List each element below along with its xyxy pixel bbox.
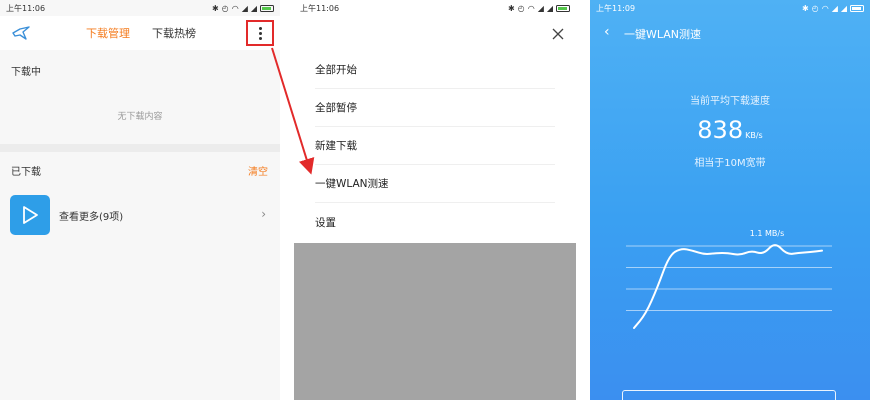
bird-logo-icon[interactable] (12, 26, 30, 40)
menu-item-new-download[interactable]: 新建下载 (315, 127, 555, 165)
menu-item-label: 全部开始 (315, 64, 357, 76)
speed-readout: 838 KB/s (590, 116, 870, 144)
menu-item-label: 新建下载 (315, 140, 357, 152)
app-bar: 下载管理 下载热榜 (0, 16, 280, 50)
bandwidth-equivalent: 相当于10M宽带 (694, 158, 766, 169)
status-icons: ✱ ◴ ◠ ◢ ◢ (802, 4, 864, 13)
speed-series-line (633, 244, 823, 329)
signal-icon: ◢ (537, 3, 544, 13)
downloaded-title: 已下载 (11, 167, 41, 178)
battery-icon (850, 4, 864, 12)
download-manager-screen: 上午11:06 ✱ ◴ ◠ ◢ ◢ 下载管理 下载热榜 下载中 无下载内容 已下… (0, 0, 280, 400)
page-title: 一键WLAN测速 (624, 28, 702, 41)
close-icon[interactable] (550, 26, 566, 42)
menu-item-pause-all[interactable]: 全部暂停 (315, 89, 555, 127)
more-menu-button[interactable] (246, 20, 274, 46)
section-divider (0, 144, 280, 152)
retest-button[interactable] (622, 390, 836, 400)
signal-icon: ◢ (241, 3, 248, 13)
alarm-icon: ◴ (517, 3, 525, 13)
chevron-right-icon: › (261, 207, 266, 221)
more-dot-icon (258, 31, 262, 35)
menu-item-wlan-speedtest[interactable]: 一键WLAN测速 (315, 165, 555, 203)
downloaded-section: 已下载 清空 查看更多(9项) › (0, 152, 280, 400)
battery-icon (260, 4, 274, 12)
bluetooth-icon: ✱ (508, 3, 515, 13)
tab-download-manager[interactable]: 下载管理 (86, 25, 130, 41)
downloading-title: 下载中 (11, 67, 41, 78)
view-more-label: 查看更多(9项) (59, 212, 124, 223)
status-time: 上午11:09 (596, 3, 636, 13)
clear-button[interactable]: 清空 (248, 163, 268, 178)
status-bar: 上午11:06 ✱ ◴ ◠ ◢ ◢ (294, 0, 576, 16)
alarm-icon: ◴ (811, 3, 819, 13)
speedtest-screen: 上午11:09 ✱ ◴ ◠ ◢ ◢ ‹ 一键WLAN测速 当前平均下载速度 83… (590, 0, 870, 400)
back-arrow-icon[interactable]: ‹ (604, 24, 610, 40)
speed-label: 当前平均下载速度 (690, 96, 770, 107)
bluetooth-icon: ✱ (802, 3, 809, 13)
menu-item-start-all[interactable]: 全部开始 (315, 51, 555, 89)
alarm-icon: ◴ (221, 3, 229, 13)
speedtest-header: ‹ 一键WLAN测速 (590, 16, 870, 50)
popup-menu: 全部开始 全部暂停 新建下载 一键WLAN测速 设置 (294, 16, 576, 243)
menu-item-settings[interactable]: 设置 (315, 203, 555, 241)
signal-icon: ◢ (831, 3, 838, 13)
empty-text: 无下载内容 (117, 112, 163, 122)
menu-screen: 上午11:06 ✱ ◴ ◠ ◢ ◢ 全部开始 全部暂停 新建下载 一键WLAN测… (294, 0, 576, 400)
peak-speed-label: 1.1 MB/s (750, 229, 785, 238)
wifi-icon: ◠ (821, 3, 829, 13)
dim-overlay[interactable] (294, 243, 576, 400)
wifi-icon: ◠ (231, 3, 239, 13)
signal-icon-2: ◢ (840, 3, 847, 13)
status-time: 上午11:06 (6, 3, 46, 13)
battery-icon (556, 4, 570, 12)
play-icon (23, 206, 38, 224)
signal-icon-2: ◢ (250, 3, 257, 13)
status-bar: 上午11:09 ✱ ◴ ◠ ◢ ◢ (590, 0, 870, 16)
speed-chart: 1.1 MB/s (626, 229, 832, 329)
speed-value: 838 (697, 116, 744, 144)
view-more-row[interactable]: 查看更多(9项) › (0, 195, 280, 243)
video-tile (10, 195, 50, 235)
tab-download-hotlist[interactable]: 下载热榜 (152, 25, 196, 41)
status-bar: 上午11:06 ✱ ◴ ◠ ◢ ◢ (0, 0, 280, 16)
status-icons: ✱ ◴ ◠ ◢ ◢ (212, 4, 274, 13)
speed-unit: KB/s (745, 131, 763, 140)
menu-item-label: 一键WLAN测速 (315, 178, 389, 190)
menu-item-label: 全部暂停 (315, 102, 357, 114)
chart-grid (626, 245, 832, 311)
menu-item-label: 设置 (315, 216, 336, 229)
more-dot-icon (258, 36, 262, 40)
bluetooth-icon: ✱ (212, 3, 219, 13)
signal-icon-2: ◢ (546, 3, 553, 13)
more-dot-icon (258, 26, 262, 30)
downloading-section: 下载中 无下载内容 (0, 52, 280, 144)
status-time: 上午11:06 (300, 3, 340, 13)
status-icons: ✱ ◴ ◠ ◢ ◢ (508, 4, 570, 13)
wifi-icon: ◠ (527, 3, 535, 13)
